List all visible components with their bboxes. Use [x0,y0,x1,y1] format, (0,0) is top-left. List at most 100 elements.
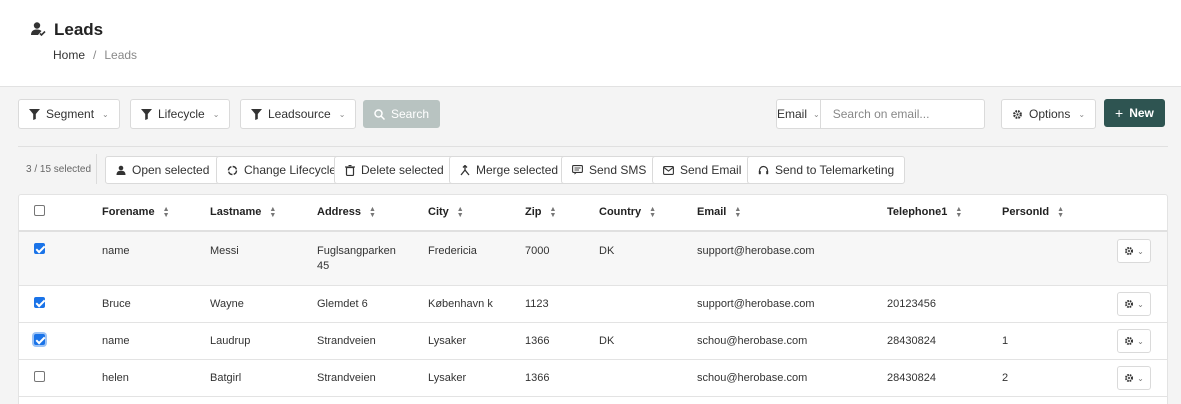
cell-zip: 1366 [525,335,550,347]
leadsource-filter-button[interactable]: Leadsource ⌄ [240,99,357,129]
cell-personid: 2 [1002,372,1009,384]
cell-personid: 1 [1002,335,1009,347]
email-search-input[interactable] [820,100,1000,128]
cell-lastname: Wayne [210,298,244,310]
chevron-down-icon: ⌄ [102,109,109,119]
select-all-checkbox[interactable] [34,205,45,216]
column-zip-label: Zip [525,206,542,218]
lifecycle-filter-button[interactable]: Lifecycle ⌄ [130,99,231,129]
cell-zip: 7000 [525,245,550,257]
divider [18,146,1168,147]
table-row[interactable]: name Messi Fuglsangparken 45 Fredericia … [19,232,1167,286]
user-icon [30,21,46,40]
cell-address: Fuglsangparken 45 [317,245,396,272]
divider [96,154,97,184]
filter-icon [141,108,152,120]
cell-forename: name [102,335,130,347]
column-country-label: Country [599,206,642,218]
breadcrumb-home[interactable]: Home [53,48,85,62]
segment-filter-button[interactable]: Segment ⌄ [18,99,120,129]
column-header-address[interactable]: Address ▲ ▼ [317,205,376,220]
sort-icon: ▲ ▼ [269,205,277,219]
cell-email: support@herobase.com [697,245,815,257]
table-row[interactable]: Bruce Wayne Glemdet 6 København k 1123 s… [19,286,1167,323]
cell-zip: 1123 [525,298,549,310]
cell-city: København k [428,298,493,310]
cell-forename: Bruce [102,298,131,310]
page-title: Leads [30,20,103,40]
row-checkbox[interactable] [34,243,45,254]
row-checkbox[interactable] [34,371,45,382]
breadcrumb: Home / Leads [53,48,137,62]
chevron-down-icon: ⌄ [1137,246,1144,256]
sort-icon: ▲ ▼ [734,205,742,219]
breadcrumb-current: Leads [104,48,138,62]
table-row[interactable]: name Laudrup Strandveien Lysaker 1366 DK… [19,323,1167,360]
send-to-telemarketing-button[interactable]: Send to Telemarketing [747,156,906,184]
row-actions-button[interactable]: ⌄ [1117,366,1151,390]
gear-icon [1125,247,1134,255]
table-header: Forename ▲ ▼ Lastname ▲ ▼ Address ▲ ▼ City ▲ ▼ Z… [19,195,1167,232]
breadcrumb-separator: / [93,48,97,62]
envelope-icon [663,165,674,175]
new-lead-button[interactable]: + New [1104,99,1165,127]
send-sms-button[interactable]: Send SMS [561,156,658,184]
cell-city: Lysaker [428,372,467,384]
column-forename-label: Forename [102,206,155,218]
row-actions-button[interactable]: ⌄ [1117,239,1151,263]
selection-count: 3 / 15 selected [26,164,92,175]
search-label: Search [391,107,430,121]
column-header-telephone[interactable]: Telephone1 ▲ ▼ [887,205,962,220]
merge-selected-button[interactable]: Merge selected [449,156,570,184]
sort-icon: ▲ ▼ [649,205,657,219]
sort-icon: ▲ ▼ [162,205,170,219]
row-actions-button[interactable]: ⌄ [1117,292,1151,316]
delete-selected-label: Delete selected [361,163,444,177]
user-icon [116,165,126,175]
row-actions-button[interactable]: ⌄ [1117,329,1151,353]
column-address-label: Address [317,206,362,218]
send-sms-label: Send SMS [589,163,647,177]
column-header-zip[interactable]: Zip ▲ ▼ [525,205,556,220]
sort-icon: ▲ ▼ [369,205,376,219]
column-header-country[interactable]: Country ▲ ▼ [599,205,656,220]
open-selected-button[interactable]: Open selected [105,156,221,184]
cell-zip: 1366 [525,372,550,384]
column-header-personid[interactable]: PersonId ▲ ▼ [1002,205,1064,220]
chevron-down-icon: ⌄ [1078,109,1086,119]
send-email-label: Send Email [680,163,742,177]
send-to-telemarketing-label: Send to Telemarketing [775,163,895,177]
delete-selected-button[interactable]: Delete selected [334,156,455,184]
sort-icon: ▲ ▼ [456,205,464,219]
segment-label: Segment [46,107,95,121]
filter-icon [251,108,262,120]
column-header-email[interactable]: Email ▲ ▼ [697,205,741,220]
options-button[interactable]: Options ⌄ [1001,99,1097,129]
cell-address: Glemdet 6 [317,298,368,310]
cell-country: DK [599,245,615,257]
change-lifecycle-button[interactable]: Change Lifecycle [216,156,348,184]
chevron-down-icon: ⌄ [813,109,820,119]
cell-email: support@herobase.com [697,298,815,310]
column-header-city[interactable]: City ▲ ▼ [428,205,464,220]
cell-address: Strandveien [317,335,376,347]
chevron-down-icon: ⌄ [1137,336,1144,346]
row-checkbox[interactable] [34,334,45,345]
column-header-forename[interactable]: Forename ▲ ▼ [102,205,170,220]
gear-icon [1125,337,1134,345]
leadsource-label: Leadsource [268,107,331,121]
search-button[interactable]: Search [363,100,441,128]
email-field-select[interactable]: Email ⌄ [777,100,821,128]
send-email-button[interactable]: Send Email [652,156,753,184]
message-icon [572,165,583,175]
options-label: Options [1029,107,1071,121]
column-city-label: City [428,206,449,218]
trash-icon [345,164,355,176]
row-checkbox[interactable] [34,297,45,308]
column-header-lastname[interactable]: Lastname ▲ ▼ [210,205,276,220]
cell-city: Lysaker [428,335,467,347]
column-lastname-label: Lastname [210,206,262,218]
cell-forename: name [102,245,130,257]
table-row[interactable]: helen Batgirl Strandveien Lysaker 1366 s… [19,360,1167,397]
merge-icon [460,164,470,175]
